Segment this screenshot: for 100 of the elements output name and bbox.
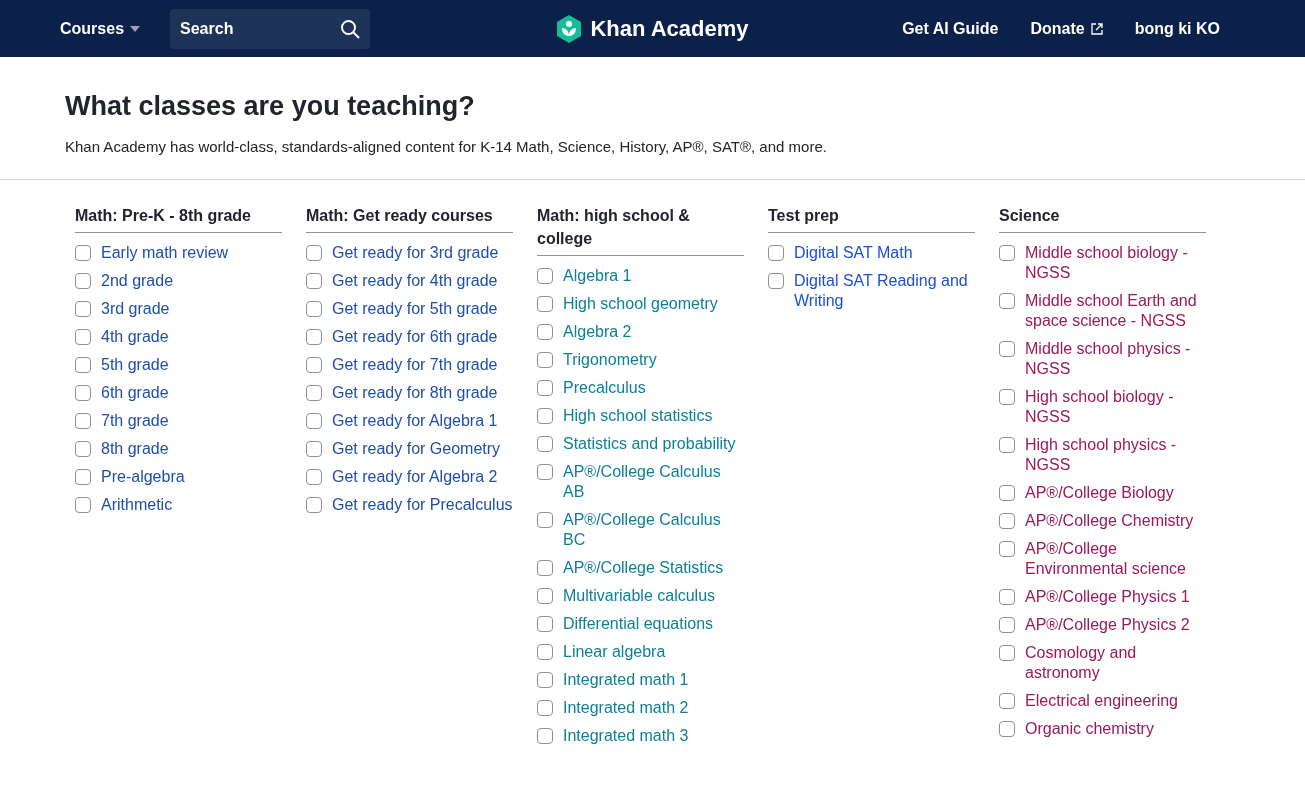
checkbox[interactable] [537,616,553,632]
course-link[interactable]: Middle school biology - NGSS [1025,243,1206,283]
checkbox[interactable] [75,329,91,345]
checkbox[interactable] [537,436,553,452]
checkbox[interactable] [768,273,784,289]
course-link[interactable]: AP®/College Calculus BC [563,510,744,550]
checkbox[interactable] [306,497,322,513]
checkbox[interactable] [75,441,91,457]
checkbox[interactable] [999,437,1015,453]
course-link[interactable]: Get ready for Algebra 1 [332,411,498,431]
course-link[interactable]: Early math review [101,243,229,263]
checkbox[interactable] [999,293,1015,309]
checkbox[interactable] [306,245,322,261]
course-link[interactable]: AP®/College Chemistry [1025,511,1194,531]
checkbox[interactable] [999,485,1015,501]
checkbox[interactable] [999,245,1015,261]
course-link[interactable]: Integrated math 2 [563,698,689,718]
course-link[interactable]: Digital SAT Math [794,243,913,263]
course-link[interactable]: Get ready for Precalculus [332,495,513,515]
course-link[interactable]: Get ready for 8th grade [332,383,498,403]
checkbox[interactable] [999,513,1015,529]
checkbox[interactable] [999,645,1015,661]
course-link[interactable]: Arithmetic [101,495,173,515]
course-link[interactable]: 4th grade [101,327,169,347]
course-link[interactable]: 2nd grade [101,271,174,291]
checkbox[interactable] [999,721,1015,737]
course-link[interactable]: Cosmology and astronomy [1025,643,1206,683]
course-link[interactable]: Get ready for Geometry [332,439,501,459]
course-link[interactable]: 5th grade [101,355,169,375]
nav-link[interactable]: Get AI Guide [902,19,999,38]
course-link[interactable]: AP®/College Physics 1 [1025,587,1190,607]
checkbox[interactable] [999,541,1015,557]
checkbox[interactable] [537,324,553,340]
course-link[interactable]: Multivariable calculus [563,586,716,606]
checkbox[interactable] [306,469,322,485]
checkbox[interactable] [306,329,322,345]
checkbox[interactable] [999,693,1015,709]
course-link[interactable]: Trigonometry [563,350,657,370]
courses-menu-button[interactable]: Courses [60,19,141,38]
checkbox[interactable] [537,408,553,424]
course-link[interactable]: Digital SAT Reading and Writing [794,271,975,311]
course-link[interactable]: Differential equations [563,614,714,634]
checkbox[interactable] [537,728,553,744]
user-menu-button[interactable]: bong ki KO [1134,19,1220,38]
checkbox[interactable] [75,413,91,429]
site-logo[interactable]: Khan Academy [556,14,749,43]
checkbox[interactable] [75,301,91,317]
checkbox[interactable] [537,512,553,528]
checkbox[interactable] [75,469,91,485]
course-link[interactable]: Get ready for 6th grade [332,327,498,347]
checkbox[interactable] [537,560,553,576]
course-link[interactable]: Get ready for 7th grade [332,355,498,375]
course-link[interactable]: AP®/College Statistics [563,558,724,578]
course-link[interactable]: Organic chemistry [1025,719,1154,739]
course-link[interactable]: High school statistics [563,406,713,426]
course-link[interactable]: AP®/College Biology [1025,483,1174,503]
checkbox[interactable] [306,357,322,373]
checkbox[interactable] [537,380,553,396]
checkbox[interactable] [999,589,1015,605]
course-link[interactable]: Statistics and probability [563,434,736,454]
checkbox[interactable] [537,672,553,688]
checkbox[interactable] [75,385,91,401]
course-link[interactable]: High school physics - NGSS [1025,435,1206,475]
course-link[interactable]: 8th grade [101,439,169,459]
course-link[interactable]: High school biology - NGSS [1025,387,1206,427]
course-link[interactable]: Middle school physics - NGSS [1025,339,1206,379]
checkbox[interactable] [999,341,1015,357]
checkbox[interactable] [75,497,91,513]
checkbox[interactable] [537,268,553,284]
checkbox[interactable] [537,352,553,368]
course-link[interactable]: Pre-algebra [101,467,185,487]
nav-link[interactable]: Donate [1030,19,1103,38]
checkbox[interactable] [75,245,91,261]
course-link[interactable]: 6th grade [101,383,169,403]
search-field[interactable]: Search [170,8,371,49]
checkbox[interactable] [999,389,1015,405]
course-link[interactable]: Get ready for 5th grade [332,299,498,319]
checkbox[interactable] [75,357,91,373]
checkbox[interactable] [768,245,784,261]
checkbox[interactable] [537,464,553,480]
checkbox[interactable] [306,385,322,401]
checkbox[interactable] [999,617,1015,633]
checkbox[interactable] [306,413,322,429]
course-link[interactable]: Get ready for Algebra 2 [332,467,498,487]
checkbox[interactable] [306,273,322,289]
course-link[interactable]: AP®/College Calculus AB [563,462,744,502]
course-link[interactable]: Precalculus [563,378,646,398]
checkbox[interactable] [537,644,553,660]
course-link[interactable]: 7th grade [101,411,169,431]
course-link[interactable]: Integrated math 3 [563,726,689,746]
checkbox[interactable] [306,301,322,317]
checkbox[interactable] [537,588,553,604]
checkbox[interactable] [306,441,322,457]
course-link[interactable]: High school geometry [563,294,718,314]
course-link[interactable]: Get ready for 3rd grade [332,243,499,263]
course-link[interactable]: AP®/College Environmental science [1025,539,1206,579]
course-link[interactable]: Linear algebra [563,642,666,662]
course-link[interactable]: 3rd grade [101,299,170,319]
course-link[interactable]: Get ready for 4th grade [332,271,498,291]
course-link[interactable]: Electrical engineering [1025,691,1178,711]
